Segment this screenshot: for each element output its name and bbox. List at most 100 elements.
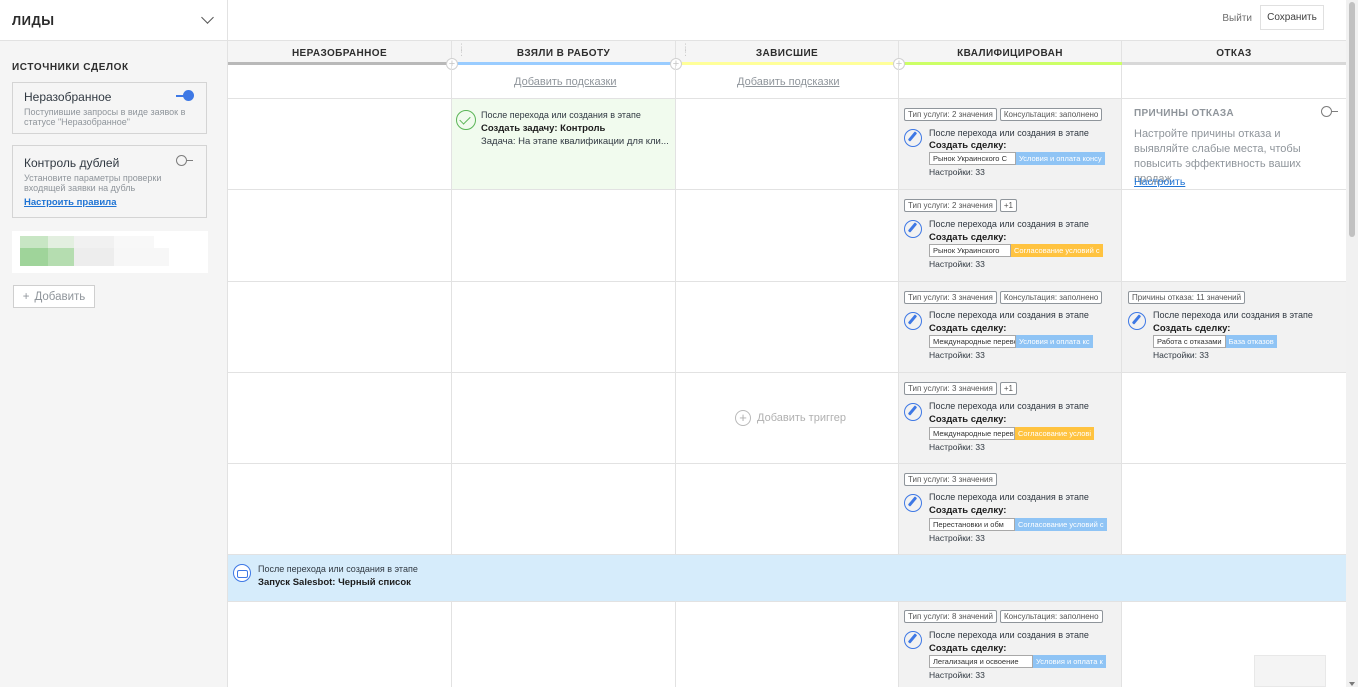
trigger-settings: Настройки: 33 <box>929 533 985 543</box>
condition-tag: Тип услуги: 3 значения <box>904 473 997 486</box>
trigger-condition: После перехода или создания в этапе <box>481 110 641 120</box>
row-divider <box>228 281 1346 282</box>
trigger-settings: Настройки: 33 <box>1153 350 1209 360</box>
trigger-settings: Настройки: 33 <box>929 350 985 360</box>
save-button[interactable]: Сохранить <box>1260 5 1324 30</box>
toggle-switch-off[interactable] <box>176 155 194 166</box>
condition-tag: Тип услуги: 3 значения <box>904 291 997 304</box>
column-divider <box>451 601 452 687</box>
condition-tag: Тип услуги: 2 значения <box>904 108 997 121</box>
row-divider <box>228 601 1346 602</box>
column-divider <box>898 601 899 687</box>
condition-tag: Тип услуги: 3 значения <box>904 382 997 395</box>
condition-tag: +1 <box>999 382 1017 395</box>
pipeline-title: ЛИДЫ <box>12 12 55 28</box>
setup-rules-link[interactable]: Настроить правила <box>24 197 195 208</box>
trigger-settings: Настройки: 33 <box>929 442 985 452</box>
create-deal-icon <box>904 220 922 238</box>
create-deal-icon <box>904 312 922 330</box>
source-card-title: Контроль дублей <box>24 156 120 170</box>
add-hints-link[interactable]: Добавить подсказки <box>514 76 616 88</box>
trigger-settings: Настройки: 33 <box>929 259 985 269</box>
column-divider <box>675 601 676 687</box>
chevron-down-icon[interactable] <box>201 11 214 24</box>
toggle-switch-on[interactable] <box>176 90 194 101</box>
pipeline-pill: Международные перевс <box>929 335 1016 348</box>
trigger-settings: Настройки: 33 <box>929 670 985 680</box>
setup-refusal-link[interactable]: Настроить <box>1134 176 1185 188</box>
app: ЛИДЫ ИСТОЧНИКИ СДЕЛОК Неразобранное Пост… <box>0 0 1358 687</box>
source-card-duplicates[interactable]: Контроль дублей Установите параметры про… <box>12 145 207 218</box>
trigger-action: Создать сделку: <box>929 140 1007 151</box>
left-panel: ЛИДЫ ИСТОЧНИКИ СДЕЛОК Неразобранное Пост… <box>0 0 228 687</box>
row-divider <box>228 189 1346 190</box>
create-deal-icon <box>904 129 922 147</box>
drag-handle-icon[interactable]: ⋮ ⋮ <box>681 43 690 57</box>
source-card-desc: Установите параметры проверки входящей з… <box>24 173 162 193</box>
add-source-button[interactable]: + Добавить <box>13 285 95 308</box>
pipeline-pill: Рынок Украинского С <box>929 152 1016 165</box>
add-trigger-label: Добавить триггер <box>757 412 846 424</box>
column-divider <box>898 65 899 555</box>
trigger-condition: После перехода или создания в этапе <box>929 219 1089 229</box>
pipeline-selector[interactable]: ЛИДЫ <box>0 0 227 41</box>
drag-handle-icon[interactable]: ⋮ ⋮ <box>457 43 466 57</box>
add-trigger-button[interactable]: + Добавить триггер <box>735 410 846 426</box>
vertical-scrollbar[interactable] <box>1346 0 1358 687</box>
trigger-action: Создать сделку: <box>929 505 1007 516</box>
stage-pill: Согласование условий с <box>1015 518 1107 531</box>
toggle-switch-off[interactable] <box>1321 106 1339 117</box>
trigger-action: Создать сделку: <box>929 414 1007 425</box>
pipeline-pill: Перестановки и обм <box>929 518 1015 531</box>
exit-button[interactable]: Выйти <box>1218 8 1256 29</box>
trigger-action: Создать сделку: <box>1153 323 1231 334</box>
trigger-action: Создать сделку: <box>929 232 1007 243</box>
create-deal-icon <box>904 494 922 512</box>
condition-tag: +1 <box>999 199 1017 212</box>
column-divider <box>675 65 676 555</box>
trigger-task-desc: Задача: На этапе квалификации для кли... <box>481 136 669 147</box>
source-card-desc: Поступившие запросы в виде заявок в стат… <box>24 107 186 127</box>
trigger-action: Запуск Salesbot: Черный список <box>258 577 411 588</box>
create-deal-icon <box>904 403 922 421</box>
condition-tag: Консультация: заполнено <box>999 610 1103 623</box>
plus-circle-icon: + <box>735 410 751 426</box>
pipeline-pill: Легализация и освоение <box>929 655 1033 668</box>
source-card-unsorted[interactable]: Неразобранное Поступившие запросы в виде… <box>12 82 207 134</box>
scroll-down-arrow-icon[interactable] <box>1349 682 1355 686</box>
refusal-reasons-title: ПРИЧИНЫ ОТКАЗА <box>1134 108 1234 119</box>
salesbot-trigger-row[interactable]: После перехода или создания в этапе Запу… <box>228 555 1346 601</box>
trigger-action: Создать сделку: <box>929 323 1007 334</box>
stage-pill: Согласование услові <box>1015 427 1095 440</box>
column-title: ОТКАЗ <box>1216 47 1252 59</box>
stage-pill: Условия и оплата к <box>1033 655 1106 668</box>
top-bar: Выйти Сохранить <box>228 0 1346 41</box>
trigger-condition: После перехода или создания в этапе <box>929 128 1089 138</box>
trigger-settings: Настройки: 33 <box>929 167 985 177</box>
column-divider <box>1121 65 1122 555</box>
trigger-condition: После перехода или создания в этапе <box>929 310 1089 320</box>
trigger-condition: После перехода или создания в этапе <box>929 401 1089 411</box>
trigger-condition: После перехода или создания в этапе <box>929 492 1089 502</box>
add-hints-link[interactable]: Добавить подсказки <box>737 76 839 88</box>
trigger-condition: После перехода или создания в этапе <box>929 630 1089 640</box>
trigger-action: Создать сделку: <box>929 643 1007 654</box>
pipeline-pill: Работа с отказами <box>1153 335 1226 348</box>
row-divider <box>228 463 1346 464</box>
column-divider <box>451 65 452 555</box>
blurred-source-widget[interactable] <box>12 231 208 273</box>
trigger-condition: После перехода или создания в этапе <box>1153 310 1313 320</box>
stage-pill: Согласование условий с <box>1011 244 1103 257</box>
condition-tag: Консультация: заполнено <box>999 291 1103 304</box>
create-deal-icon <box>1128 312 1146 330</box>
condition-tag: Консультация: заполнено <box>999 108 1103 121</box>
check-circle-icon <box>456 110 476 130</box>
column-title: ВЗЯЛИ В РАБОТУ <box>516 47 611 59</box>
task-trigger-cell[interactable]: После перехода или создания в этапе Созд… <box>452 99 675 189</box>
stage-pill: Условия и оплата кс <box>1016 335 1093 348</box>
scrollbar-thumb[interactable] <box>1349 2 1355 237</box>
plus-icon: + <box>22 290 30 303</box>
floating-widget[interactable] <box>1254 655 1326 687</box>
condition-tag: Причины отказа: 11 значений <box>1128 291 1246 304</box>
trigger-condition: После перехода или создания в этапе <box>258 564 418 574</box>
